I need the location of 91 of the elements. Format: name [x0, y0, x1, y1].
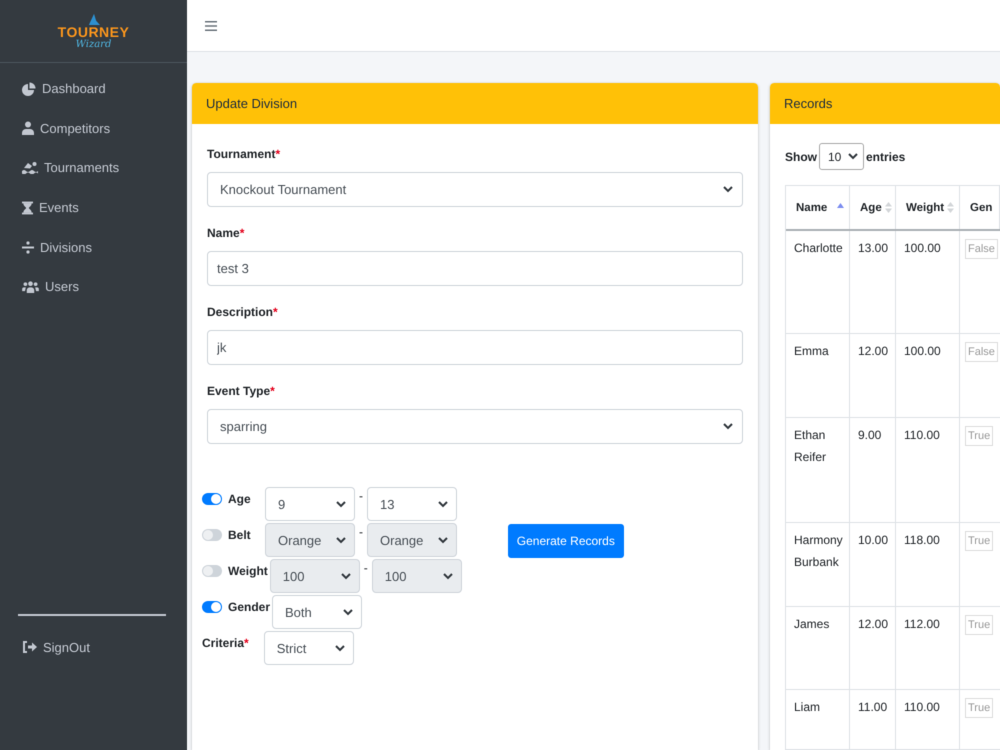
chevron-down-icon: [343, 608, 354, 616]
logo-text: TOURNEY: [58, 24, 130, 38]
select-field[interactable]: Both: [272, 595, 362, 629]
chevron-down-icon: [442, 572, 453, 580]
table-cell: 9.00: [850, 418, 896, 522]
toggle-switch[interactable]: [202, 601, 222, 613]
range-separator: -: [364, 561, 368, 575]
field-label: Tournament*: [207, 146, 280, 163]
toggle-switch[interactable]: [202, 493, 222, 505]
select-field[interactable]: 100: [270, 559, 360, 593]
value-field: True: [965, 426, 994, 446]
select-field[interactable]: Knockout Tournament: [207, 172, 743, 207]
table-cell: 110.00: [896, 690, 960, 749]
table-cell: 10.00: [850, 523, 896, 606]
table-cell: 112.00: [896, 607, 960, 689]
chevron-down-icon: [336, 536, 346, 544]
value-field: True: [965, 615, 994, 635]
table-cell: Ethan Reifer: [786, 418, 850, 522]
table-cell: Harmony Burbank: [786, 523, 850, 606]
user-icon: [22, 121, 34, 136]
card-title: Records: [784, 96, 832, 111]
value-field: False: [965, 239, 998, 259]
nav-item[interactable]: Competitors: [0, 108, 187, 148]
filter-label: Age: [228, 491, 252, 508]
text-input[interactable]: jk: [207, 330, 743, 365]
column-header[interactable]: Age: [850, 186, 896, 229]
table-cell: 118.00: [896, 523, 960, 606]
pie-chart-icon: [22, 82, 36, 96]
value-field: False: [965, 342, 998, 362]
divide-icon: [22, 240, 34, 254]
nav-item[interactable]: Divisions: [0, 227, 187, 267]
chevron-down-icon: [438, 536, 448, 544]
column-header[interactable]: Gen: [960, 186, 1000, 229]
chevron-down-icon: [438, 500, 448, 508]
column-header[interactable]: Name: [786, 186, 850, 229]
table-cell: 12.00: [850, 334, 896, 417]
column-header[interactable]: Weight: [896, 186, 960, 229]
swimmer-icon: [22, 161, 38, 174]
nav-item[interactable]: Users: [0, 266, 187, 307]
card-title: Update Division: [206, 96, 298, 111]
value-field: True: [965, 698, 994, 718]
nav-item[interactable]: Dashboard: [0, 69, 187, 109]
select-field[interactable]: Orange: [265, 523, 355, 557]
sign-out-link[interactable]: SignOut: [0, 627, 187, 667]
text-input[interactable]: test 3: [207, 251, 743, 286]
table-cell: 11.00: [850, 690, 896, 749]
select-field[interactable]: Strict: [264, 631, 354, 665]
filter-label: Gender: [228, 599, 270, 616]
table-cell: 110.00: [896, 418, 960, 522]
field-label: Criteria*: [202, 635, 249, 652]
chevron-down-icon: [336, 500, 346, 508]
table-cell: 100.00: [896, 231, 960, 333]
toggle-switch[interactable]: [202, 529, 222, 541]
field-label: Description*: [207, 304, 278, 321]
select-field[interactable]: sparring: [207, 409, 743, 444]
length-label: Show: [785, 150, 817, 164]
select-field[interactable]: 9: [265, 487, 355, 521]
wizard-hat-icon: [86, 12, 100, 24]
range-separator: -: [359, 489, 363, 503]
chevron-down-icon: [723, 423, 733, 430]
chevron-down-icon: [723, 186, 733, 193]
table-cell: 13.00: [850, 231, 896, 333]
field-label: Name*: [207, 225, 244, 242]
table-cell: James: [786, 607, 850, 689]
table-cell: Emma: [786, 334, 850, 417]
filter-label: Belt: [228, 527, 252, 544]
select-field[interactable]: 100: [372, 559, 462, 593]
toggle-switch[interactable]: [202, 565, 222, 577]
logo-subtitle: Wizard: [76, 38, 112, 50]
page-size-select[interactable]: 10: [819, 143, 864, 170]
table-cell: Charlotte: [786, 231, 850, 333]
table-cell: Liam: [786, 690, 850, 749]
users-icon: [22, 280, 39, 294]
field-label: Event Type*: [207, 383, 275, 400]
select-field[interactable]: Orange: [367, 523, 457, 557]
nav-item[interactable]: Events: [0, 188, 187, 228]
chevron-down-icon: [334, 644, 345, 652]
nav-item[interactable]: Tournaments: [0, 148, 187, 188]
hourglass-icon: [22, 200, 33, 215]
table-cell: 100.00: [896, 334, 960, 417]
value-field: True: [965, 531, 994, 551]
filter-label: Weight: [228, 563, 268, 580]
sign-out-icon: [22, 640, 37, 654]
generate-records-button[interactable]: Generate Records: [508, 524, 624, 558]
chevron-down-icon: [848, 153, 858, 160]
chevron-down-icon: [340, 572, 351, 580]
length-label: entries: [866, 150, 906, 164]
select-field[interactable]: 13: [367, 487, 457, 521]
menu-icon[interactable]: [205, 20, 217, 30]
range-separator: -: [359, 525, 363, 539]
table-cell: 12.00: [850, 607, 896, 689]
